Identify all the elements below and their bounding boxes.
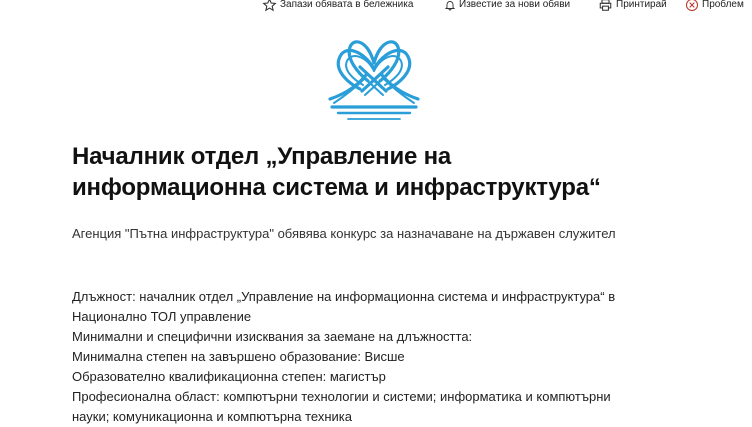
page-title-line-2: информационна система и инфраструктура“ [72,174,601,201]
detail-line: науки; комуникационна и компютърна техни… [72,409,352,424]
report-problem-label: Проблем [702,0,744,10]
report-problem-button[interactable]: Проблем [685,0,744,12]
detail-line: Минимални и специфични изисквания за зае… [72,329,473,344]
star-icon [262,0,277,12]
printer-icon [599,0,612,11]
article-toolbar: Запази обявата в бележника Известие за н… [0,0,752,14]
detail-line: Национално ТОЛ управление [72,309,252,324]
position-details: Длъжност: началник отдел „Управление на … [72,287,672,427]
bell-icon [444,1,456,11]
detail-line: Минимална степен на завършено образовани… [72,349,405,364]
page-title: Началник отдел „Управление на информацио… [72,141,712,203]
save-to-notebook-label: Запази обявата в бележника [280,0,414,10]
page-title-line-1: Началник отдел „Управление на [72,143,452,170]
close-circle-icon [685,0,699,12]
notify-new-ads-button[interactable]: Известие за нови обяви [444,0,570,12]
detail-line: Длъжност: началник отдел „Управление на … [72,289,616,304]
print-label: Принтирай [616,0,667,10]
article-lead: Агенция "Пътна инфраструктура" обявява к… [72,226,616,241]
detail-line: Професионална област: компютърни техноло… [72,389,611,404]
print-button[interactable]: Принтирай [598,0,667,12]
save-to-notebook-button[interactable]: Запази обявата в бележника [262,0,413,12]
detail-line: Образователно квалификационна степен: ма… [72,369,386,384]
agency-logo [328,40,420,120]
notify-new-ads-label: Известие за нови обяви [459,0,571,10]
